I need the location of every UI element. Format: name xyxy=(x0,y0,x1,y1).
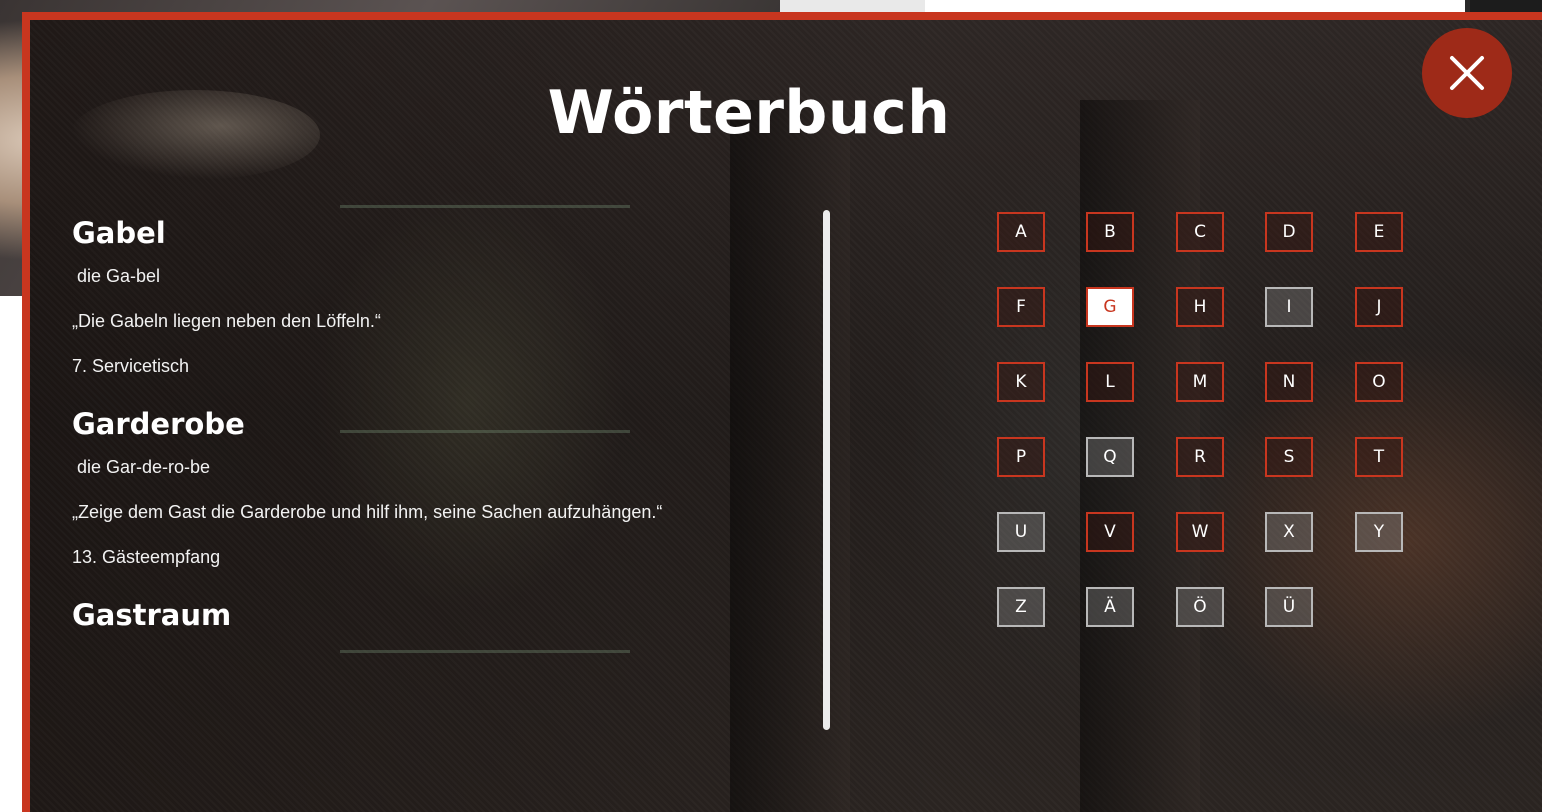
entry-example: „Die Gabeln liegen neben den Löffeln.“ xyxy=(72,311,381,331)
letter-button-y[interactable]: Y xyxy=(1355,512,1403,552)
letter-button-j[interactable]: J xyxy=(1355,287,1403,327)
letter-button-r[interactable]: R xyxy=(1176,437,1224,477)
background-shelf xyxy=(340,650,630,653)
entry-syllables: die Ga-bel xyxy=(77,266,161,286)
letter-button-k[interactable]: K xyxy=(997,362,1045,402)
letter-button-l[interactable]: L xyxy=(1086,362,1134,402)
background-shelf xyxy=(340,205,630,208)
letter-button-n[interactable]: N xyxy=(1265,362,1313,402)
letter-button-s[interactable]: S xyxy=(1265,437,1313,477)
letter-button-ü[interactable]: Ü xyxy=(1265,587,1313,627)
letter-button-x[interactable]: X xyxy=(1265,512,1313,552)
background-panel xyxy=(925,0,1471,12)
close-icon xyxy=(1450,56,1484,90)
letter-button-ä[interactable]: Ä xyxy=(1086,587,1134,627)
close-button[interactable] xyxy=(1422,28,1512,118)
letter-button-f[interactable]: F xyxy=(997,287,1045,327)
letter-button-q[interactable]: Q xyxy=(1086,437,1134,477)
letter-button-u[interactable]: U xyxy=(997,512,1045,552)
letter-button-p[interactable]: P xyxy=(997,437,1045,477)
background-strip xyxy=(780,0,925,12)
letter-button-t[interactable]: T xyxy=(1355,437,1403,477)
letter-button-z[interactable]: Z xyxy=(997,587,1045,627)
background-edge xyxy=(1470,0,1542,12)
letter-button-d[interactable]: D xyxy=(1265,212,1313,252)
dictionary-entry-list[interactable]: Gabel die Ga-bel „Die Gabeln liegen nebe… xyxy=(72,212,792,650)
entry-reference: 7. Servicetisch xyxy=(72,356,190,376)
entry-word: Gastraum xyxy=(72,598,232,632)
letter-button-i[interactable]: I xyxy=(1265,287,1313,327)
letter-button-g[interactable]: G xyxy=(1086,287,1134,327)
letter-button-c[interactable]: C xyxy=(1176,212,1224,252)
entry-example: „Zeige dem Gast die Garderobe und hilf i… xyxy=(72,502,663,522)
letter-button-v[interactable]: V xyxy=(1086,512,1134,552)
letter-button-h[interactable]: H xyxy=(1176,287,1224,327)
letter-button-w[interactable]: W xyxy=(1176,512,1224,552)
letter-button-ö[interactable]: Ö xyxy=(1176,587,1224,627)
entry-word: Gabel xyxy=(72,216,166,250)
letter-button-b[interactable]: B xyxy=(1086,212,1134,252)
letter-button-e[interactable]: E xyxy=(1355,212,1403,252)
entry-reference: 13. Gästeempfang xyxy=(72,547,221,567)
dictionary-entry: Gabel die Ga-bel „Die Gabeln liegen nebe… xyxy=(72,212,792,389)
dictionary-entry: Gastraum xyxy=(72,594,792,636)
entry-syllables: die Gar-de-ro-be xyxy=(77,457,211,477)
scrollbar[interactable] xyxy=(823,210,830,730)
modal-title: Wörterbuch xyxy=(547,78,951,148)
letter-button-o[interactable]: O xyxy=(1355,362,1403,402)
letter-button-m[interactable]: M xyxy=(1176,362,1224,402)
letter-button-a[interactable]: A xyxy=(997,212,1045,252)
dictionary-entry: Garderobe die Gar-de-ro-be „Zeige dem Ga… xyxy=(72,403,792,580)
entry-word: Garderobe xyxy=(72,407,245,441)
